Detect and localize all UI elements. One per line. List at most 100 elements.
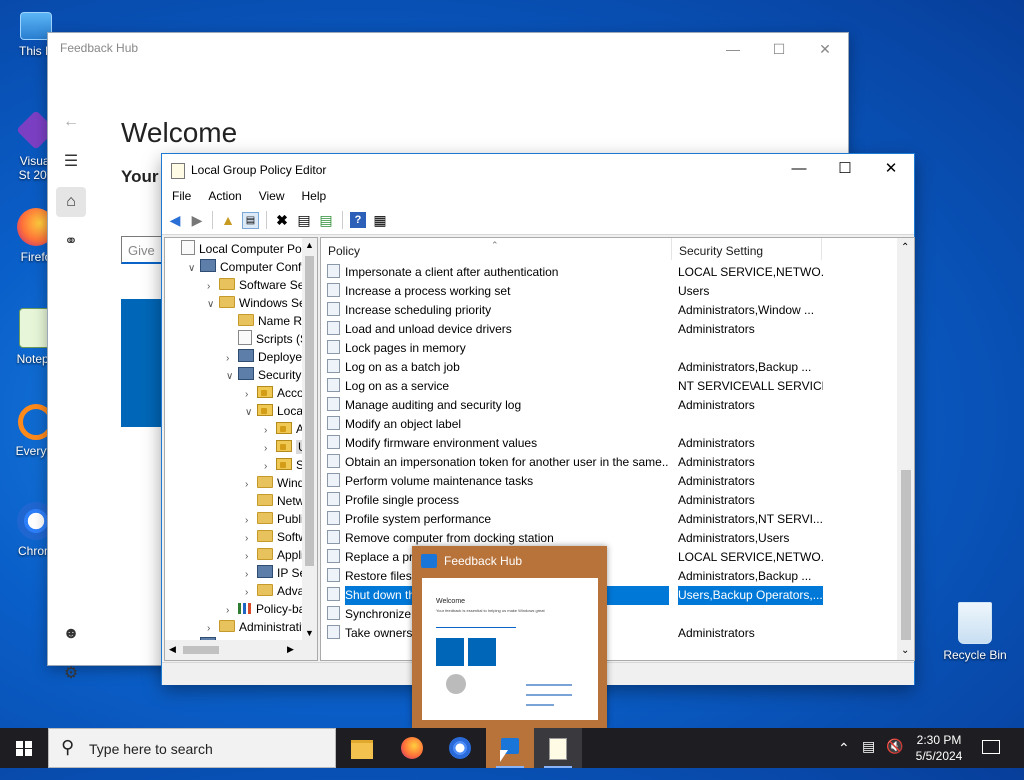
desktop-icon-recycle-bin[interactable]: Recycle Bin bbox=[938, 602, 1012, 662]
table-row[interactable]: Manage auditing and security log Administ… bbox=[327, 396, 823, 415]
menu-view[interactable]: View bbox=[252, 186, 292, 206]
policy-setting-icon bbox=[327, 549, 340, 563]
policy-list[interactable]: Policy ⌃ Security Setting Impersonate a … bbox=[320, 237, 915, 661]
tree-item[interactable]: › Public bbox=[245, 510, 310, 528]
tree-item[interactable]: › Applic bbox=[245, 546, 310, 564]
close-button[interactable]: ✕ bbox=[802, 37, 848, 61]
home-icon[interactable]: ⌂ bbox=[56, 187, 86, 217]
maximize-button[interactable]: ☐ bbox=[822, 154, 868, 184]
feedback-icon[interactable]: ⚭ bbox=[56, 227, 86, 257]
minimize-button[interactable]: — bbox=[710, 37, 756, 61]
table-row[interactable]: Increase a process working set Users bbox=[327, 282, 823, 301]
table-row[interactable]: Profile system performance Administrators… bbox=[327, 510, 823, 529]
scroll-left-arrow-icon[interactable]: ◀ bbox=[169, 644, 176, 655]
taskbar-thumbnail-preview[interactable]: Feedback Hub Welcome Your feedback is es… bbox=[412, 546, 607, 728]
tree-horizontal-scrollbar[interactable]: ◀ ▶ bbox=[165, 640, 317, 660]
up-folder-icon[interactable]: ▲ bbox=[220, 212, 236, 228]
policy-name: Profile single process bbox=[345, 493, 460, 507]
table-row[interactable]: Increase scheduling priority Administrato… bbox=[327, 301, 823, 320]
tree-item[interactable]: ∨ Computer Config bbox=[188, 258, 311, 276]
policy-name: Perform volume maintenance tasks bbox=[345, 474, 534, 488]
policy-setting-icon bbox=[327, 340, 340, 354]
minimize-button[interactable]: — bbox=[776, 154, 822, 184]
taskbar-feedback-hub[interactable] bbox=[486, 728, 534, 768]
title-bar[interactable]: Local Group Policy Editor — ☐ ✕ bbox=[162, 154, 914, 186]
tree-item[interactable]: › Deployed bbox=[226, 348, 309, 366]
delete-x-icon[interactable]: ✖ bbox=[274, 212, 290, 228]
notifications-icon[interactable] bbox=[982, 740, 1000, 754]
taskbar-chrome[interactable] bbox=[436, 728, 484, 768]
folder-icon bbox=[257, 494, 273, 506]
expanded-chevron-icon[interactable]: ∨ bbox=[245, 404, 257, 422]
tree-item[interactable]: ∨ Windows Sett bbox=[207, 294, 312, 312]
help-icon[interactable]: ? bbox=[350, 212, 366, 228]
mini-subtitle: Your feedback is essential to helping us… bbox=[436, 608, 545, 613]
hamburger-menu-icon[interactable]: ☰ bbox=[56, 147, 86, 177]
taskbar-group-policy-editor[interactable] bbox=[534, 728, 582, 768]
navigation-tree[interactable]: Local Computer Polic ∨ Computer Config › Sof… bbox=[164, 237, 318, 661]
tree-vertical-scrollbar[interactable]: ▲ ▼ bbox=[302, 238, 317, 640]
scroll-down-arrow-icon[interactable]: ▼ bbox=[305, 628, 314, 638]
back-arrow-icon[interactable]: ◀ bbox=[167, 212, 183, 228]
scroll-down-arrow-icon[interactable]: ⌄ bbox=[901, 645, 909, 656]
close-button[interactable]: ✕ bbox=[868, 154, 914, 184]
policy-setting-icon bbox=[327, 568, 340, 582]
maximize-button[interactable]: ☐ bbox=[756, 37, 802, 61]
properties-icon[interactable]: ▤ bbox=[296, 212, 312, 228]
add-user-icon[interactable]: ☻ bbox=[56, 619, 86, 649]
tree-item[interactable]: › Accou bbox=[245, 384, 310, 402]
scrollbar-thumb[interactable] bbox=[183, 646, 219, 654]
policy-name: Obtain an impersonation token for anothe… bbox=[345, 455, 669, 469]
scroll-right-arrow-icon[interactable]: ▶ bbox=[287, 644, 294, 655]
table-row[interactable]: Perform volume maintenance tasks Administ… bbox=[327, 472, 823, 491]
scrollbar-thumb[interactable] bbox=[305, 256, 314, 566]
expanded-chevron-icon[interactable]: ∨ bbox=[188, 260, 200, 278]
list-vertical-scrollbar[interactable]: ⌃ ⌄ bbox=[897, 238, 914, 660]
back-arrow-icon[interactable]: ← bbox=[56, 107, 86, 137]
tree-item[interactable]: › Administrative bbox=[207, 618, 314, 636]
policy-setting-icon bbox=[327, 416, 340, 430]
table-row[interactable]: Load and unload device drivers Administra… bbox=[327, 320, 823, 339]
table-row[interactable]: Profile single process Administrators bbox=[327, 491, 823, 510]
tree-item[interactable]: › Policy-bas bbox=[226, 600, 311, 618]
policy-setting-icon bbox=[327, 397, 340, 411]
table-row[interactable]: Modify an object label bbox=[327, 415, 823, 434]
expanded-chevron-icon[interactable]: ∨ bbox=[226, 368, 238, 386]
start-button[interactable] bbox=[0, 728, 48, 768]
table-row[interactable]: Lock pages in memory bbox=[327, 339, 823, 358]
expanded-chevron-icon[interactable]: ∨ bbox=[207, 296, 219, 314]
table-row[interactable]: Impersonate a client after authenticatio… bbox=[327, 263, 823, 282]
taskbar-firefox[interactable] bbox=[388, 728, 436, 768]
taskbar-clock[interactable]: 2:30 PM 5/5/2024 bbox=[900, 732, 978, 764]
taskbar-search-box[interactable]: ⚲ Type here to search bbox=[48, 728, 336, 768]
search-placeholder: Type here to search bbox=[89, 741, 213, 757]
column-header-policy[interactable]: Policy ⌃ bbox=[321, 238, 672, 260]
scroll-up-arrow-icon[interactable]: ⌃ bbox=[901, 242, 909, 253]
menu-file[interactable]: File bbox=[165, 186, 198, 206]
policy-setting-icon bbox=[327, 435, 340, 449]
table-row[interactable]: Log on as a service NT SERVICE\ALL SERVIC… bbox=[327, 377, 823, 396]
network-icon[interactable]: ▤ bbox=[862, 738, 875, 778]
scroll-up-arrow-icon[interactable]: ▲ bbox=[305, 240, 314, 250]
table-row[interactable]: Obtain an impersonation token for anothe… bbox=[327, 453, 823, 472]
settings-gear-icon[interactable]: ⚙ bbox=[56, 659, 86, 689]
policy-name: Take ownersh bbox=[345, 626, 420, 640]
security-setting-value: Administrators,Users bbox=[678, 531, 790, 545]
preview-window-image[interactable]: Welcome Your feedback is essential to he… bbox=[422, 578, 598, 720]
tree-item[interactable]: Local Computer Polic bbox=[169, 240, 313, 258]
taskbar-file-explorer[interactable] bbox=[338, 728, 386, 768]
tree-item[interactable]: › Software Setti bbox=[207, 276, 314, 294]
column-header-security-setting[interactable]: Security Setting bbox=[672, 238, 822, 260]
table-row[interactable]: Modify firmware environment values Admini… bbox=[327, 434, 823, 453]
menu-action[interactable]: Action bbox=[201, 186, 248, 206]
scrollbar-thumb[interactable] bbox=[901, 470, 911, 640]
folder-icon bbox=[238, 314, 254, 326]
export-list-icon[interactable]: ▤ bbox=[318, 212, 334, 228]
forward-arrow-icon[interactable]: ▶ bbox=[189, 212, 205, 228]
policy-name: Impersonate a client after authenticatio… bbox=[345, 265, 559, 279]
show-hidden-icons-chevron-up-icon[interactable]: ⌃ bbox=[838, 740, 850, 780]
table-row[interactable]: Log on as a batch job Administrators,Back… bbox=[327, 358, 823, 377]
show-hide-tree-icon[interactable]: ▤ bbox=[242, 212, 259, 229]
filter-view-icon[interactable]: ▦ bbox=[372, 212, 388, 228]
menu-help[interactable]: Help bbox=[295, 186, 334, 206]
